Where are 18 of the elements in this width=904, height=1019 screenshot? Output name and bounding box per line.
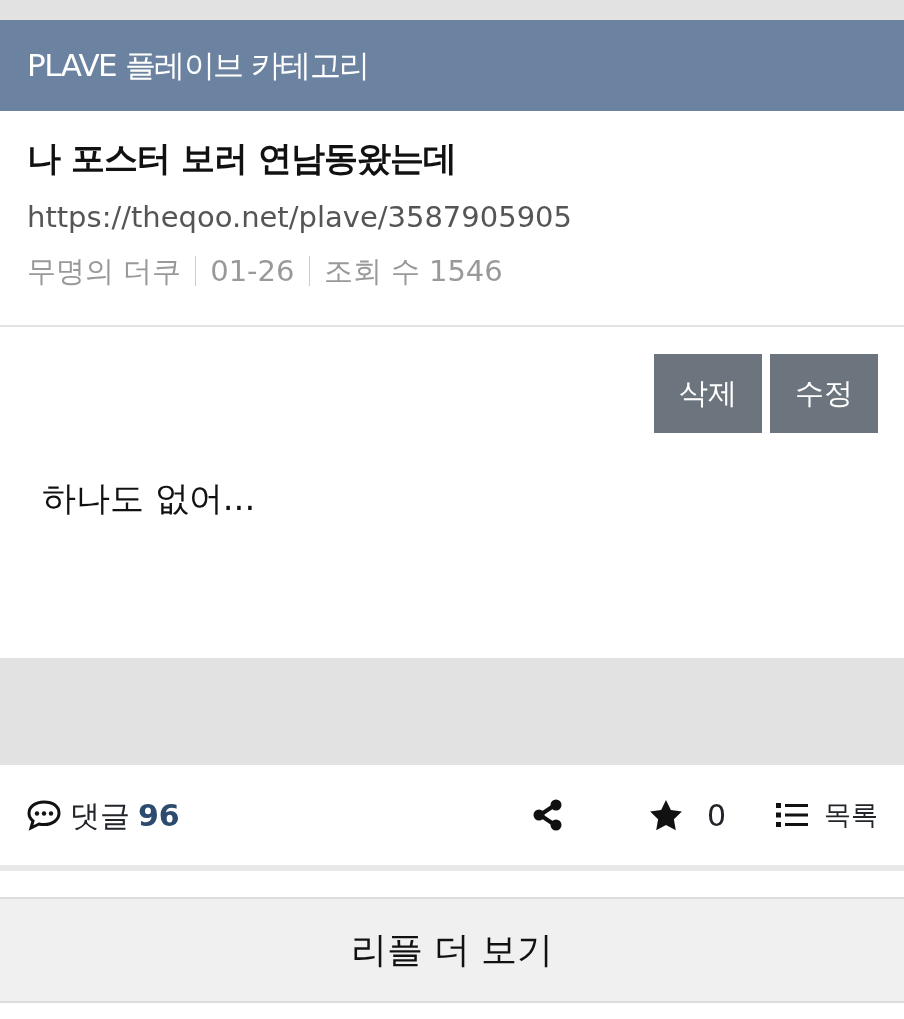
comment-label: 댓글: [70, 796, 130, 835]
category-title: PLAVE 플레이브 카테고리: [27, 46, 369, 86]
star-count: 0: [706, 796, 726, 835]
share-icon[interactable]: [532, 799, 563, 831]
delete-button[interactable]: 삭제: [654, 354, 762, 433]
meta-text: 무명의 더쿠: [27, 252, 182, 290]
post-url[interactable]: https://theqoo.net/plave/3587905905: [27, 196, 877, 240]
comment-count: 96: [138, 796, 180, 835]
meta-text: 조회 수 1546: [323, 252, 503, 290]
meta-text: 01-26: [210, 252, 295, 290]
list-icon[interactable]: [776, 802, 808, 828]
speech-bubble-icon: [26, 799, 62, 831]
post-body: 하나도 없어...: [41, 477, 257, 520]
list-label[interactable]: 목록: [824, 794, 878, 836]
more-replies-button[interactable]: 리플 더 보기: [0, 897, 904, 1003]
edit-button[interactable]: 수정: [770, 354, 878, 433]
post-title: 나 포스터 보러 연남동왔는데: [27, 137, 457, 180]
star-icon[interactable]: [648, 799, 683, 831]
